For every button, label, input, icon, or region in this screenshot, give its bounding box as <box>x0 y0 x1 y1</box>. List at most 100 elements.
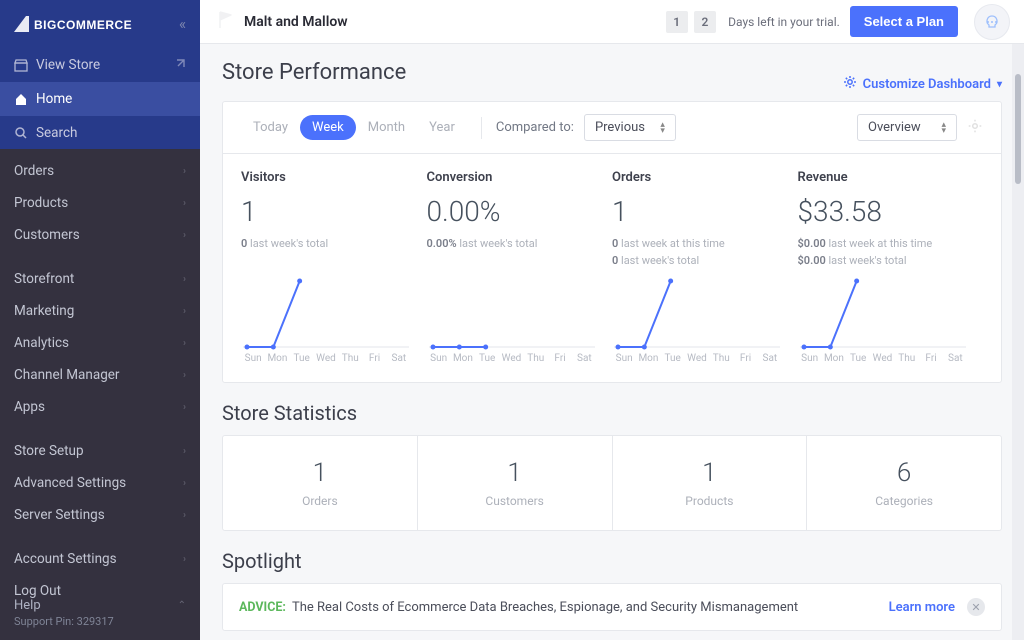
metric-title: Conversion <box>427 170 601 185</box>
stat-value: 6 <box>817 458 991 488</box>
sidebar-view-store-label: View Store <box>36 57 100 73</box>
sidebar-item-label: Analytics <box>14 335 69 351</box>
spotlight-learn-more[interactable]: Learn more <box>889 600 955 615</box>
sidebar-item-orders[interactable]: Orders› <box>0 155 200 187</box>
sidebar: BIGCOMMERCE « View Store Home Search Ord… <box>0 0 200 640</box>
metric-value: $33.58 <box>798 195 972 228</box>
store-statistics-panel: 1Orders 1 Customers 1 Products 6 Categories <box>222 435 1002 531</box>
tips-button[interactable] <box>974 4 1010 40</box>
support-pin-value: 329317 <box>77 615 114 628</box>
chevron-right-icon: › <box>183 274 186 285</box>
chevron-right-icon: › <box>183 554 186 565</box>
metric-conversion: Conversion0.00%0.00% last week's total <box>427 170 613 269</box>
spotlight-item-title: The Real Costs of Ecommerce Data Breache… <box>292 600 798 615</box>
scrollbar[interactable] <box>1012 44 1024 640</box>
sidebar-item-analytics[interactable]: Analytics › <box>0 327 200 359</box>
store-name: Malt and Mallow <box>244 14 348 30</box>
sidebar-item-label: Products <box>14 195 68 211</box>
metric-value: 1 <box>241 195 415 228</box>
chevron-right-icon: › <box>183 338 186 349</box>
trial-countdown: 1 2 Days left in your trial. <box>666 11 840 33</box>
select-plan-button[interactable]: Select a Plan <box>850 6 958 37</box>
sidebar-item-label: Customers <box>14 227 80 243</box>
metric-title: Visitors <box>241 170 415 185</box>
metric-value: 0.00% <box>427 195 601 228</box>
sidebar-item-apps[interactable]: Apps › <box>0 391 200 423</box>
stat-label: Orders <box>233 494 407 508</box>
range-tab-today[interactable]: Today <box>241 115 300 140</box>
brand-text: BIGCOMMERCE <box>34 18 132 32</box>
stat-customers: 1 Customers <box>418 436 613 530</box>
chevron-right-icon: › <box>183 230 186 241</box>
brand-logo: BIGCOMMERCE <box>14 14 134 34</box>
sidebar-item-customers[interactable]: Customers › <box>0 219 200 251</box>
spotlight-item: ADVICE: The Real Costs of Ecommerce Data… <box>222 583 1002 631</box>
view-select-value: Overview <box>868 120 921 135</box>
chevron-right-icon: › <box>183 198 186 209</box>
sidebar-home[interactable]: Home <box>0 82 200 116</box>
panel-settings-button[interactable] <box>967 118 983 138</box>
chart-visitors: SunMonTueWedThuFriSat <box>241 273 427 364</box>
stat-label: Customers <box>428 494 602 508</box>
chart-conversion: SunMonTueWedThuFriSat <box>427 273 613 364</box>
sidebar-item-label: Apps <box>14 399 45 415</box>
chevron-right-icon: › <box>183 370 186 381</box>
metric-revenue: Revenue$33.58$0.00 last week at this tim… <box>798 170 984 269</box>
spotlight-tag: ADVICE: <box>239 600 286 615</box>
scrollbar-thumb[interactable] <box>1015 74 1021 184</box>
chevron-right-icon: › <box>183 402 186 413</box>
stat-label: Categories <box>817 494 991 508</box>
page-title: Store Performance <box>222 60 406 85</box>
range-tab-month[interactable]: Month <box>356 115 417 140</box>
sidebar-footer: Help ⌃ Support Pin: 329317 <box>0 588 200 640</box>
chevron-up-icon[interactable]: ⌃ <box>178 600 186 611</box>
metric-title: Revenue <box>798 170 972 185</box>
view-select[interactable]: Overview ▴▾ <box>857 114 957 141</box>
sidebar-item-storefront[interactable]: Storefront › <box>0 263 200 295</box>
sidebar-view-store[interactable]: View Store <box>0 48 200 82</box>
sidebar-item-products[interactable]: Products › <box>0 187 200 219</box>
stat-products: 1 Products <box>613 436 808 530</box>
sidebar-item-label: Storefront <box>14 271 74 287</box>
trial-text: Days left in your trial. <box>728 15 840 29</box>
sidebar-item-server-settings[interactable]: Server Settings› <box>0 499 200 531</box>
sidebar-collapse-icon[interactable]: « <box>179 15 186 33</box>
stat-label: Products <box>623 494 797 508</box>
sidebar-search[interactable]: Search <box>0 116 200 149</box>
sidebar-item-advanced-settings[interactable]: Advanced Settings› <box>0 467 200 499</box>
stat-value: 1 <box>428 458 602 488</box>
chevron-right-icon: › <box>183 478 186 489</box>
range-tab-week[interactable]: Week <box>300 115 356 140</box>
store-icon <box>14 58 36 72</box>
sidebar-search-label: Search <box>36 125 77 141</box>
chevron-down-icon: ▾ <box>997 79 1002 90</box>
range-tab-year[interactable]: Year <box>417 115 467 140</box>
spotlight-dismiss-button[interactable]: ✕ <box>967 598 985 616</box>
flag-icon[interactable] <box>218 11 234 33</box>
compare-select[interactable]: Previous ▴▾ <box>584 114 676 141</box>
search-icon <box>14 126 36 140</box>
sidebar-help[interactable]: Help <box>14 598 41 613</box>
sidebar-item-label: Account Settings <box>14 551 117 567</box>
spotlight-title: Spotlight <box>222 549 1002 573</box>
sidebar-item-label: Channel Manager <box>14 367 120 383</box>
compare-select-value: Previous <box>595 120 645 135</box>
gear-icon <box>843 75 857 93</box>
trial-digit-2: 2 <box>694 11 716 33</box>
topbar: Malt and Mallow 1 2 Days left in your tr… <box>200 0 1024 44</box>
sidebar-item-account-settings[interactable]: Account Settings › <box>0 543 200 575</box>
stat-value: 1 <box>623 458 797 488</box>
store-statistics-title: Store Statistics <box>222 401 1002 425</box>
sidebar-item-label: Marketing <box>14 303 74 319</box>
customize-dashboard-link[interactable]: Customize Dashboard ▾ <box>843 75 1002 93</box>
chevron-right-icon: › <box>183 306 186 317</box>
sidebar-item-store-setup[interactable]: Store Setup› <box>0 435 200 467</box>
sidebar-item-label: Orders <box>14 163 54 179</box>
metric-title: Orders <box>612 170 786 185</box>
sidebar-home-label: Home <box>36 91 72 107</box>
sidebar-item-marketing[interactable]: Marketing › <box>0 295 200 327</box>
stat-orders: 1Orders <box>223 436 418 530</box>
sidebar-item-channel-manager[interactable]: Channel Manager › <box>0 359 200 391</box>
chevron-right-icon: › <box>183 510 186 521</box>
sidebar-item-label: Store Setup <box>14 443 84 459</box>
